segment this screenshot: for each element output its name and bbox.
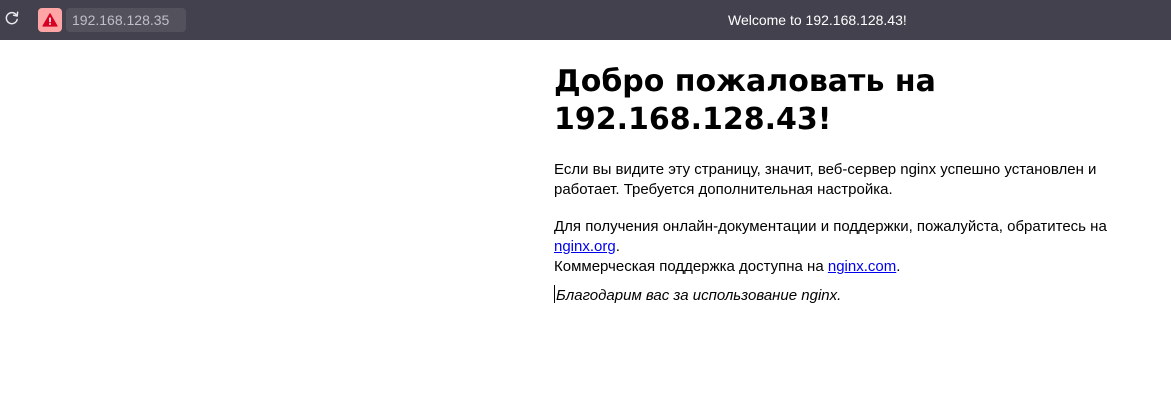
text-caret — [554, 285, 555, 303]
commercial-support-text: Коммерческая поддержка доступна на — [554, 258, 828, 275]
thanks-text: Благодарим вас за использование nginx. — [556, 287, 842, 304]
address-bar[interactable]: 192.168.128.35 — [66, 8, 186, 32]
page-content: Добро пожаловать на 192.168.128.43! Если… — [554, 40, 1114, 306]
reload-icon[interactable] — [4, 10, 20, 26]
warning-icon[interactable] — [38, 8, 62, 32]
commercial-support-end: . — [896, 258, 901, 275]
browser-toolbar: 192.168.128.35 Welcome to 192.168.128.43… — [0, 0, 1171, 40]
nginx-org-link[interactable]: nginx.org — [554, 238, 616, 255]
page-title-display: Welcome to 192.168.128.43! — [728, 12, 907, 28]
support-text: Для получения онлайн-документации и подд… — [554, 218, 1107, 235]
intro-paragraph: Если вы видите эту страницу, значит, веб… — [554, 161, 1097, 198]
support-text-end: . — [615, 238, 620, 255]
support-paragraph: Для получения онлайн-документации и подд… — [554, 217, 1114, 277]
nginx-com-link[interactable]: nginx.com — [828, 258, 896, 275]
thanks-paragraph: Благодарим вас за использование nginx. — [554, 285, 1114, 306]
page-heading: Добро пожаловать на 192.168.128.43! — [554, 64, 936, 137]
